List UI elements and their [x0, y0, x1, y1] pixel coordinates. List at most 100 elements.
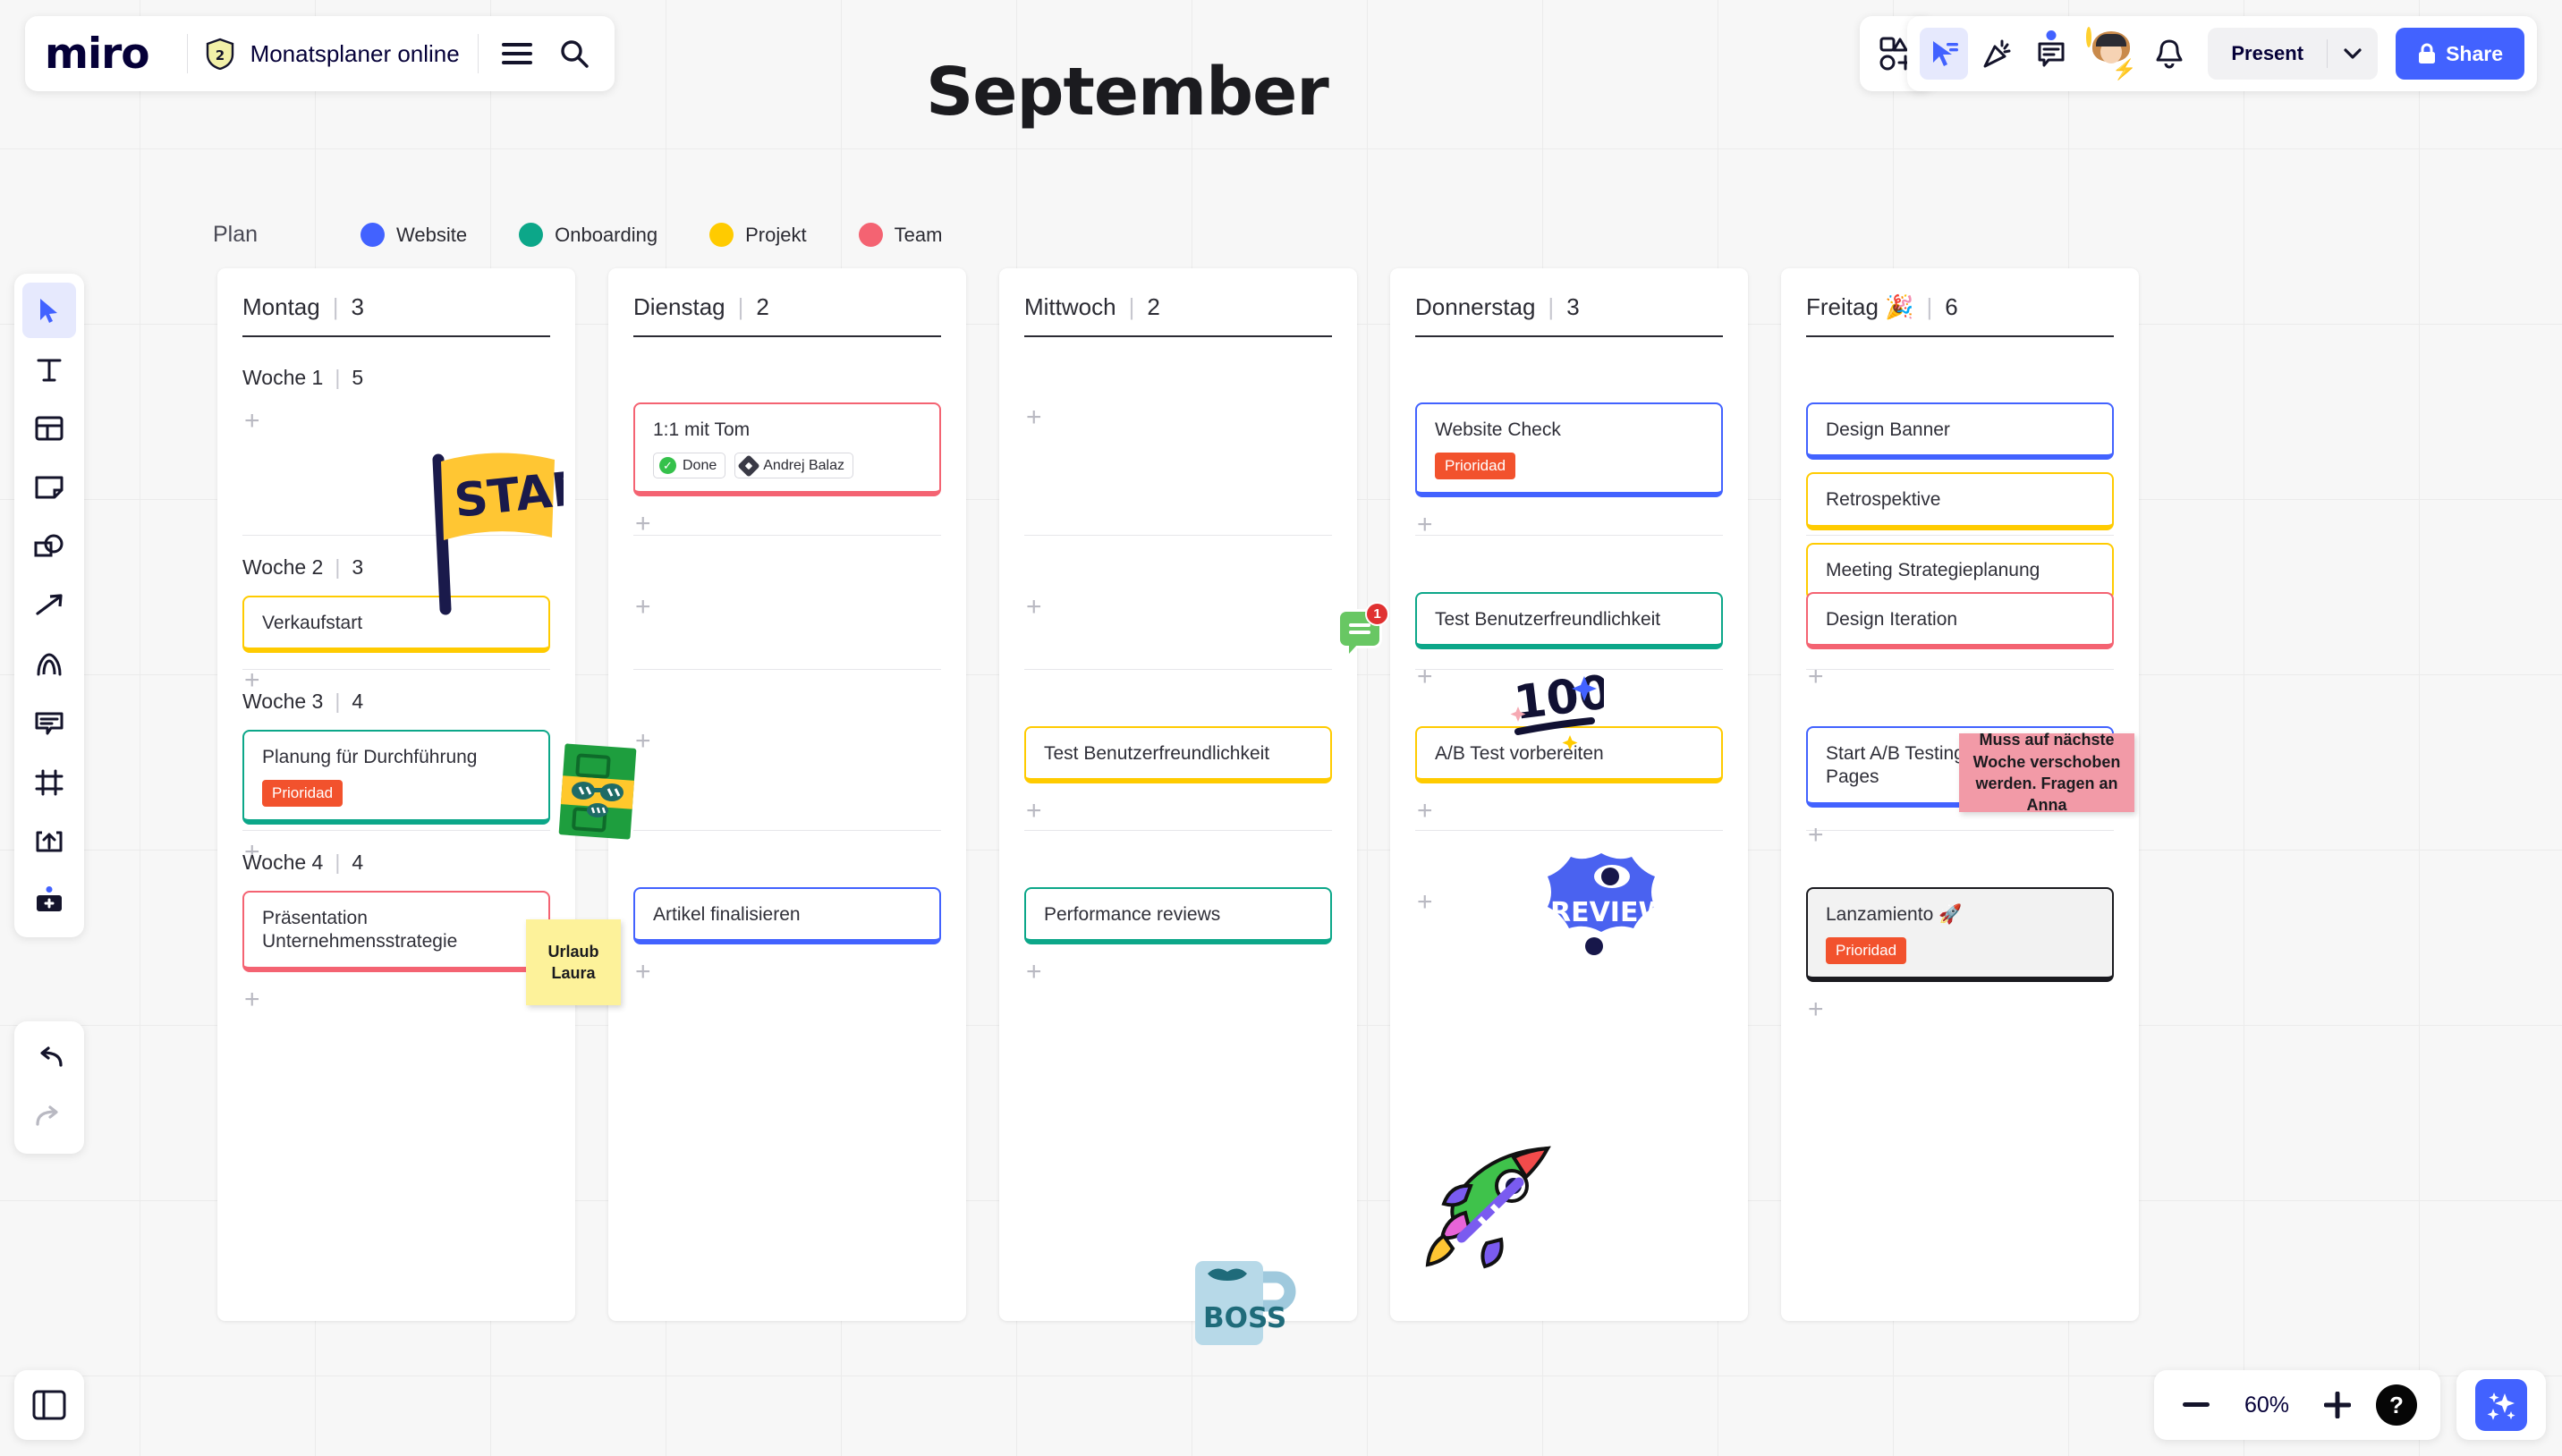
task-card[interactable]: Lanzamiento 🚀 Prioridad: [1806, 887, 2114, 982]
comment-icon[interactable]: [2027, 28, 2075, 80]
rocket-sticker[interactable]: [1415, 1143, 1558, 1282]
task-card[interactable]: Design Banner: [1806, 402, 2114, 461]
column-dienstag[interactable]: Dienstag | 2 1:1 mit Tom ✓ Done Andrej B…: [608, 268, 966, 1321]
task-card[interactable]: Retrospektive: [1806, 472, 2114, 530]
cursor-select-icon[interactable]: [1920, 28, 1969, 80]
sticky-note-tool[interactable]: [22, 460, 76, 515]
present-button[interactable]: Present: [2208, 42, 2327, 65]
pen-tool[interactable]: [22, 637, 76, 692]
week-row: 1:1 mit Tom ✓ Done Andrej Balaz +: [633, 346, 941, 538]
text-tool[interactable]: [22, 342, 76, 397]
zoom-out-button[interactable]: [2177, 1386, 2215, 1424]
ai-sparkles-button[interactable]: [2475, 1379, 2527, 1431]
search-icon[interactable]: [554, 33, 595, 74]
week-row: Design Banner Retrospektive Meeting Stra…: [1806, 346, 2114, 640]
sticky-note-verschoben[interactable]: Muss auf nächste Woche verschoben werden…: [1959, 731, 2134, 814]
add-card-button[interactable]: +: [244, 986, 260, 1013]
task-card[interactable]: Design Iteration: [1806, 592, 2114, 650]
column-mittwoch[interactable]: Mittwoch | 2 + + Test Benutzerfreundlich…: [999, 268, 1357, 1321]
task-card[interactable]: Planung für Durchführung Prioridad: [242, 730, 550, 825]
card-title: Artikel finalisieren: [653, 904, 801, 925]
add-card-button[interactable]: +: [1417, 798, 1433, 825]
add-card-button[interactable]: +: [635, 594, 651, 621]
column-header: Dienstag | 2: [633, 293, 769, 320]
legend-item-label: Projekt: [745, 223, 807, 246]
sticky-note-urlaub[interactable]: Urlaub Laura: [526, 919, 621, 1005]
add-card-button[interactable]: +: [1417, 889, 1433, 916]
add-card-button[interactable]: +: [1417, 511, 1433, 538]
board-title[interactable]: Monatsplaner online: [250, 40, 460, 68]
legend-item-projekt: Projekt: [709, 223, 807, 247]
money-cash-sticker[interactable]: [556, 742, 642, 847]
zoom-level-label[interactable]: 60%: [2235, 1393, 2299, 1418]
column-day-label: Dienstag: [633, 293, 725, 320]
task-card[interactable]: Performance reviews: [1024, 887, 1332, 945]
frame-tool[interactable]: [22, 755, 76, 810]
task-card[interactable]: Artikel finalisieren: [633, 887, 941, 945]
card-title: Planung für Durchführung: [262, 747, 478, 767]
card-title: Präsentation Unternehmensstrategie: [262, 908, 458, 952]
svg-text:REVIEW: REVIEW: [1550, 897, 1666, 928]
week-row: +: [1024, 346, 1332, 536]
apps-more-tool[interactable]: [22, 873, 76, 928]
security-shield-icon[interactable]: 2: [206, 38, 234, 70]
task-card[interactable]: Test Benutzerfreundlichkeit: [1415, 592, 1723, 650]
add-card-button[interactable]: +: [1808, 995, 1824, 1023]
board-canvas[interactable]: September Plan Website Onboarding Projek…: [0, 0, 2562, 1456]
avatar[interactable]: ⚡: [2086, 27, 2136, 80]
card-title: Lanzamiento 🚀: [1826, 904, 1963, 925]
side-panel-toggle-button[interactable]: [14, 1370, 84, 1440]
notification-bell-icon[interactable]: [2145, 28, 2193, 80]
card-title: Performance reviews: [1044, 904, 1221, 925]
chevron-down-icon[interactable]: [2328, 47, 2378, 60]
comment-bubble-icon[interactable]: 1: [1340, 602, 1389, 654]
status-chip-done[interactable]: ✓ Done: [653, 453, 726, 479]
comment-pin[interactable]: 1: [1340, 602, 1389, 654]
top-right-toolbar: ⚡ Present Share: [1907, 16, 2537, 91]
add-card-button[interactable]: +: [1026, 959, 1042, 986]
task-card[interactable]: Präsentation Unternehmensstrategie: [242, 891, 550, 972]
zoom-in-button[interactable]: [2319, 1386, 2356, 1424]
add-card-button[interactable]: +: [1026, 594, 1042, 621]
assignee-chip[interactable]: Andrej Balaz: [734, 453, 853, 479]
undo-icon[interactable]: [22, 1030, 76, 1086]
column-montag[interactable]: Montag | 3 Woche 1 | 5 + Woche 2 | 3 Ver…: [217, 268, 575, 1321]
upload-tool[interactable]: [22, 814, 76, 869]
column-count: 2: [1147, 293, 1160, 320]
top-left-toolbar: miro 2 Monatsplaner online: [25, 16, 615, 91]
hamburger-menu-icon[interactable]: [496, 33, 538, 74]
boss-mug-sticker[interactable]: BOSS: [1188, 1245, 1297, 1350]
card-title: Retrospektive: [1826, 489, 1941, 511]
redo-icon[interactable]: [22, 1089, 76, 1145]
shapes-tool[interactable]: [22, 519, 76, 574]
add-card-button[interactable]: +: [635, 511, 651, 538]
lock-icon: [2419, 43, 2436, 63]
task-card[interactable]: Website Check Prioridad: [1415, 402, 1723, 497]
start-flag-sticker[interactable]: START: [411, 444, 620, 627]
priority-tag: Prioridad: [1826, 937, 1907, 964]
cursor-select-tool[interactable]: [22, 283, 76, 338]
card-title: Website Check: [1435, 419, 1561, 440]
task-card[interactable]: 1:1 mit Tom ✓ Done Andrej Balaz: [633, 402, 941, 497]
week-row: Test Benutzerfreundlichkeit +: [1024, 670, 1332, 831]
templates-tool[interactable]: [22, 401, 76, 456]
card-title: Design Iteration: [1826, 609, 1958, 630]
help-button[interactable]: ?: [2376, 1384, 2417, 1426]
ai-toolbar: [2456, 1370, 2546, 1440]
legend-dot-icon: [519, 223, 544, 247]
add-card-button[interactable]: +: [635, 959, 651, 986]
review-eyes-sticker[interactable]: REVIEW: [1537, 850, 1668, 976]
connection-line-tool[interactable]: [22, 578, 76, 633]
miro-logo[interactable]: miro: [45, 33, 150, 75]
comment-tool[interactable]: [22, 696, 76, 751]
task-card[interactable]: Test Benutzerfreundlichkeit: [1024, 726, 1332, 784]
add-card-button[interactable]: +: [1026, 798, 1042, 825]
add-card-button[interactable]: +: [1026, 404, 1042, 431]
hundred-points-sticker[interactable]: 100: [1506, 665, 1614, 756]
share-button[interactable]: Share: [2396, 28, 2524, 80]
zoom-toolbar: 60% ?: [2154, 1370, 2440, 1440]
legend-dot-icon: [858, 223, 883, 247]
add-card-button[interactable]: +: [244, 408, 260, 435]
column-count: 3: [1566, 293, 1580, 320]
party-popper-icon[interactable]: [1973, 28, 2022, 80]
